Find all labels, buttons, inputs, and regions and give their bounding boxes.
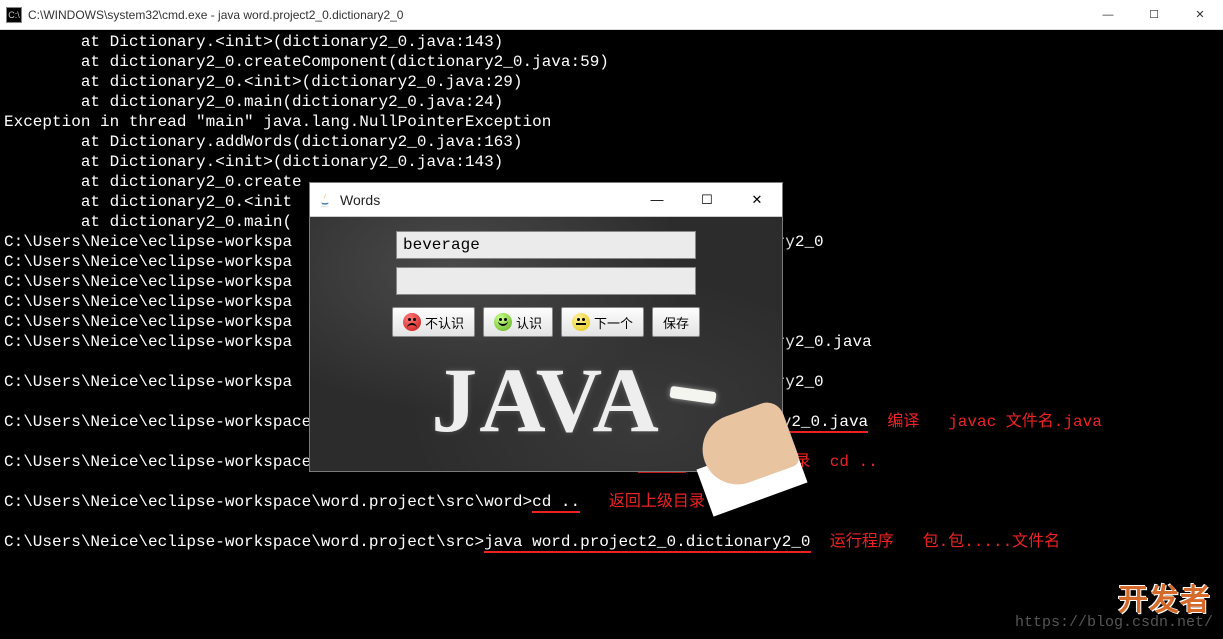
hand-chalk-illustration xyxy=(662,381,782,471)
minimize-button[interactable]: — xyxy=(1085,0,1131,30)
chalkboard-java-text: JAVA xyxy=(431,347,661,453)
java-words-dialog[interactable]: Words — ☐ ✕ 不认识 认识 下一个 xyxy=(309,182,783,472)
blank-line xyxy=(4,472,1219,492)
stack-line: at dictionary2_0.createComponent(diction… xyxy=(4,52,1219,72)
run-line: C:\Users\Neice\eclipse-workspace\word.pr… xyxy=(4,532,1219,552)
dialog-content: 不认识 认识 下一个 保存 JAVA xyxy=(310,217,782,471)
brand-watermark: 开发者 xyxy=(1118,591,1211,611)
word-input[interactable] xyxy=(396,231,696,259)
dont-know-button[interactable]: 不认识 xyxy=(392,307,475,337)
neutral-face-icon xyxy=(572,313,590,331)
stack-line: at dictionary2_0.main(dictionary2_0.java… xyxy=(4,92,1219,112)
cmd-title: C:\WINDOWS\system32\cmd.exe - java word.… xyxy=(28,8,1085,22)
java-cup-icon xyxy=(316,191,334,209)
exception-line: Exception in thread "main" java.lang.Nul… xyxy=(4,112,1219,132)
close-button[interactable]: ✕ xyxy=(1177,0,1223,30)
dont-know-label: 不认识 xyxy=(425,313,464,332)
next-button[interactable]: 下一个 xyxy=(561,307,644,337)
dialog-maximize-button[interactable]: ☐ xyxy=(682,183,732,217)
dialog-window-controls: — ☐ ✕ xyxy=(632,183,782,217)
dialog-close-button[interactable]: ✕ xyxy=(732,183,782,217)
cmd-titlebar[interactable]: C:\ C:\WINDOWS\system32\cmd.exe - java w… xyxy=(0,0,1223,30)
stack-line: at Dictionary.<init>(dictionary2_0.java:… xyxy=(4,32,1219,52)
cd-line: C:\Users\Neice\eclipse-workspace\word.pr… xyxy=(4,492,1219,512)
cmd-icon: C:\ xyxy=(6,7,22,23)
next-label: 下一个 xyxy=(594,313,633,332)
save-label: 保存 xyxy=(663,313,689,332)
save-button[interactable]: 保存 xyxy=(652,307,700,337)
sad-face-icon xyxy=(403,313,421,331)
stack-line: at dictionary2_0.<init>(dictionary2_0.ja… xyxy=(4,72,1219,92)
dialog-title: Words xyxy=(340,192,632,208)
cmd-window-controls: — ☐ ✕ xyxy=(1085,0,1223,30)
maximize-button[interactable]: ☐ xyxy=(1131,0,1177,30)
meaning-input[interactable] xyxy=(396,267,696,295)
happy-face-icon xyxy=(494,313,512,331)
stack-line: at Dictionary.<init>(dictionary2_0.java:… xyxy=(4,152,1219,172)
stack-line: at Dictionary.addWords(dictionary2_0.jav… xyxy=(4,132,1219,152)
dialog-titlebar[interactable]: Words — ☐ ✕ xyxy=(310,183,782,217)
know-label: 认识 xyxy=(516,313,542,332)
know-button[interactable]: 认识 xyxy=(483,307,553,337)
dialog-minimize-button[interactable]: — xyxy=(632,183,682,217)
button-row: 不认识 认识 下一个 保存 xyxy=(320,307,772,337)
blank-line xyxy=(4,512,1219,532)
